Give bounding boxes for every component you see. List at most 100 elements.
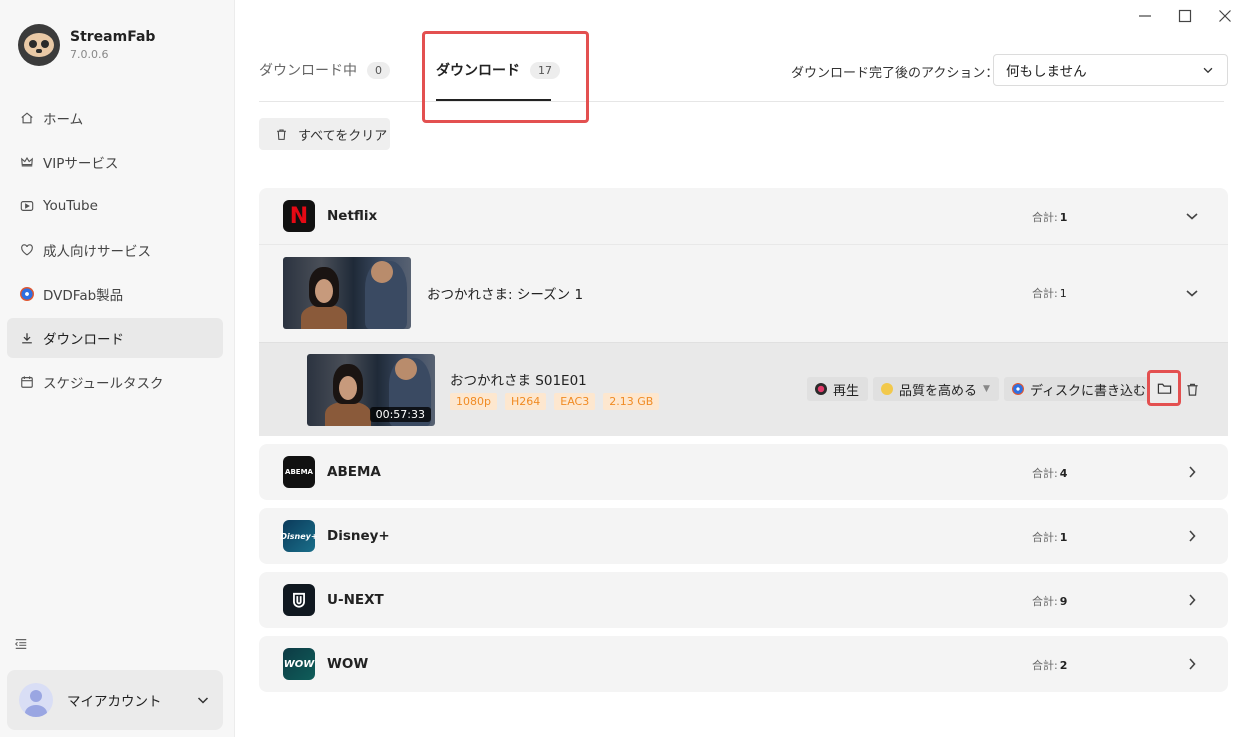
home-icon [19, 110, 35, 126]
tab-count-badge: 0 [367, 61, 390, 79]
brand: StreamFab 7.0.0.6 [18, 24, 155, 66]
chevron-right-icon[interactable] [1184, 656, 1200, 672]
tag-audio-codec: EAC3 [554, 393, 596, 410]
total-count: 合計: 4 [1032, 467, 1068, 480]
trash-icon [277, 129, 286, 140]
play-icon [815, 383, 827, 395]
episode-title: おつかれさま S01E01 [450, 373, 587, 389]
wow-logo-icon: WOW [283, 648, 315, 680]
netflix-logo-icon: N [283, 200, 315, 232]
episode-row[interactable]: 00:57:33 おつかれさま S01E01 1080p H264 EAC3 2… [259, 342, 1228, 436]
account-label: マイアカウント [67, 694, 162, 710]
main-panel: ダウンロード中 0 ダウンロード 17 ダウンロード完了後のアクション： 何もし… [235, 0, 1245, 737]
service-name: ABEMA [327, 464, 381, 480]
sidebar-item-label: スケジュールタスク [43, 376, 164, 392]
unext-logo-icon [283, 584, 315, 616]
total-count: 合計: 9 [1032, 595, 1068, 608]
play-button[interactable]: 再生 [807, 377, 869, 401]
burn-to-disc-button[interactable]: ディスクに書き込む [1003, 377, 1156, 401]
disney-logo-icon: Disney+ [280, 520, 318, 552]
season-title: おつかれさま: シーズン 1 [427, 286, 584, 303]
episode-tags: 1080p H264 EAC3 2.13 GB [450, 393, 660, 410]
tab-downloading[interactable]: ダウンロード中 0 [259, 60, 390, 80]
collapse-sidebar-icon[interactable] [14, 637, 28, 651]
sidebar-item-youtube[interactable]: YouTube [7, 186, 223, 226]
total-count: 合計: 1 [1032, 211, 1068, 224]
service-group-unext: U-NEXT 合計: 9 [259, 572, 1228, 628]
tabs-divider [259, 101, 1224, 102]
select-value: 何もしません [1006, 64, 1087, 80]
sidebar-item-home[interactable]: ホーム [7, 98, 223, 138]
clear-all-button[interactable]: すべてをクリア [259, 118, 390, 150]
service-group-header[interactable]: N Netflix 合計: 1 [259, 188, 1228, 244]
sidebar-nav: ホーム VIPサービス YouTube 成人向けサービス DVDFab製品 ダウ… [7, 98, 223, 406]
tag-video-codec: H264 [504, 393, 547, 410]
total-count: 合計: 1 [1032, 287, 1067, 300]
service-group-wow: WOW WOW 合計: 2 [259, 636, 1228, 692]
season-thumbnail [283, 256, 411, 329]
abema-logo-icon: ABEMA [283, 456, 315, 488]
app-version: 7.0.0.6 [70, 48, 109, 61]
tag-file-size: 2.13 GB [603, 393, 660, 410]
service-group-header[interactable]: ABEMA ABEMA 合計: 4 [259, 444, 1228, 500]
service-group-header[interactable]: U-NEXT 合計: 9 [259, 572, 1228, 628]
sidebar-item-dvdfab[interactable]: DVDFab製品 [7, 274, 223, 314]
play-icon [19, 198, 35, 214]
service-name: WOW [327, 656, 369, 672]
service-name: Disney+ [327, 528, 390, 544]
download-icon [19, 330, 35, 346]
tag-resolution: 1080p [450, 393, 497, 410]
calendar-icon [19, 374, 35, 390]
clear-all-label: すべてをクリア [298, 128, 388, 144]
chevron-down-icon[interactable] [1184, 285, 1200, 301]
app-name: StreamFab [70, 29, 156, 45]
trash-icon [1186, 383, 1198, 396]
streamfab-logo-icon [18, 24, 60, 66]
season-row[interactable]: おつかれさま: シーズン 1 合計: 1 [259, 244, 1228, 340]
sidebar-item-label: ダウンロード [43, 332, 124, 348]
after-download-action-label: ダウンロード完了後のアクション： [791, 66, 999, 81]
chevron-down-icon[interactable] [1184, 208, 1200, 224]
service-group-disney: Disney+ Disney+ 合計: 1 [259, 508, 1228, 564]
service-name: U-NEXT [327, 592, 384, 608]
service-name: Netflix [327, 208, 378, 224]
after-download-action-select[interactable]: 何もしません [993, 54, 1228, 86]
disc-icon [1011, 383, 1024, 395]
open-folder-button[interactable] [1147, 370, 1181, 406]
quality-icon [881, 383, 894, 395]
delete-button[interactable] [1183, 379, 1201, 399]
sidebar-item-label: DVDFab製品 [43, 288, 124, 304]
sidebar-item-download[interactable]: ダウンロード [7, 318, 223, 358]
chevron-down-icon [195, 692, 211, 708]
enhance-quality-button[interactable]: 品質を高める ▼ [873, 377, 999, 401]
dvdfab-icon [19, 286, 35, 302]
episode-actions: 再生 品質を高める ▼ ディスクに書き込む [807, 377, 1156, 401]
sidebar-item-label: 成人向けサービス [43, 244, 151, 260]
tab-label: ダウンロード中 [259, 63, 357, 79]
avatar [19, 683, 53, 717]
service-group-abema: ABEMA ABEMA 合計: 4 [259, 444, 1228, 500]
service-group-header[interactable]: WOW WOW 合計: 2 [259, 636, 1228, 692]
highlight-box-tab [422, 31, 589, 123]
sidebar-item-label: VIPサービス [43, 156, 119, 172]
sidebar: StreamFab 7.0.0.6 ホーム VIPサービス YouTube 成人… [0, 0, 235, 737]
sidebar-item-label: ホーム [43, 112, 84, 128]
total-count: 合計: 1 [1032, 531, 1068, 544]
crown-icon [19, 154, 35, 170]
chevron-right-icon[interactable] [1184, 592, 1200, 608]
sidebar-item-schedule[interactable]: スケジュールタスク [7, 362, 223, 402]
account-button[interactable]: マイアカウント [7, 670, 223, 730]
heart-icon [19, 242, 35, 258]
chevron-right-icon[interactable] [1184, 528, 1200, 544]
chevron-right-icon[interactable] [1184, 464, 1200, 480]
service-group-netflix: N Netflix 合計: 1 おつかれさま: シーズン 1 合計: 1 00:57… [259, 188, 1228, 436]
sidebar-item-label: YouTube [43, 198, 98, 214]
episode-thumbnail[interactable]: 00:57:33 [307, 354, 435, 426]
sidebar-item-vip[interactable]: VIPサービス [7, 142, 223, 182]
service-group-header[interactable]: Disney+ Disney+ 合計: 1 [259, 508, 1228, 564]
dropdown-caret-icon[interactable]: ▼ [983, 384, 990, 394]
folder-icon [1157, 383, 1171, 394]
total-count: 合計: 2 [1032, 659, 1068, 672]
chevron-down-icon [1203, 67, 1213, 74]
sidebar-item-adult[interactable]: 成人向けサービス [7, 230, 223, 270]
